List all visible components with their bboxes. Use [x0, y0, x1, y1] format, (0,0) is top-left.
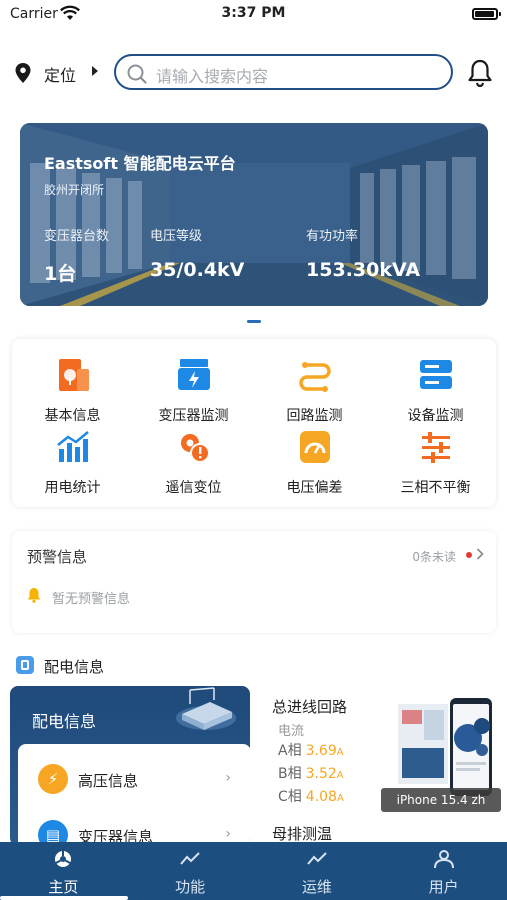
phase-value: 3.52	[305, 766, 337, 782]
high-voltage-icon: ⚡	[38, 764, 68, 794]
caret-right-icon[interactable]	[92, 66, 98, 76]
home-indicator	[0, 896, 128, 900]
chevron-right-icon[interactable]	[476, 548, 484, 560]
phase-value: 4.08	[305, 789, 337, 805]
phase-b-reading: B相 3.52A	[278, 763, 344, 783]
feature-label: 用电统计	[44, 480, 101, 496]
feature-label: 设备监测	[407, 408, 464, 424]
search-icon	[127, 64, 147, 84]
tab-home[interactable]: 主页	[0, 842, 127, 900]
feature-label: 变压器监测	[158, 408, 229, 424]
warning-title: 预警信息	[27, 548, 88, 566]
tab-bar: 主页 功能 运维 用户	[0, 842, 507, 900]
chevron-right-icon: ›	[225, 826, 231, 842]
phone-dashboard-illustration	[398, 698, 492, 796]
bell-icon	[27, 588, 41, 603]
tab-label: 主页	[48, 878, 79, 896]
feature-label: 三相不平衡	[400, 480, 471, 496]
phase-unit: A	[336, 793, 344, 804]
alert-gear-icon	[180, 434, 210, 463]
battery-icon	[472, 8, 501, 20]
transformer-icon	[177, 359, 210, 390]
section-title: 配电信息	[44, 658, 105, 676]
sliders-icon	[421, 432, 450, 463]
feature-circuit-monitor[interactable]: 回路监测	[254, 357, 375, 425]
feature-label: 电压偏差	[286, 480, 343, 496]
phase-unit: A	[336, 770, 344, 781]
distribution-card[interactable]: 配电信息 ⚡ 高压信息 › ▤ 变压器信息 ›	[10, 686, 250, 846]
feature-three-phase-imbalance[interactable]: 三相不平衡	[375, 429, 496, 497]
carousel-indicator	[247, 320, 261, 323]
battery-fill	[475, 11, 494, 17]
tab-label: 运维	[301, 878, 332, 896]
feature-label: 基本信息	[44, 408, 101, 424]
incoming-line-card[interactable]: 总进线回路 电流 A相 3.69A B相 3.52A C相 4.08A 母排测温	[260, 686, 498, 846]
feature-label: 回路监测	[286, 408, 343, 424]
tab-label: 功能	[175, 878, 206, 896]
bar-chart-icon	[56, 431, 89, 462]
distribution-illustration	[176, 687, 236, 730]
search-placeholder: 请输入搜索内容	[156, 67, 269, 86]
building-icon	[58, 359, 89, 391]
station-banner[interactable]: Eastsoft 智能配电云平台 胶州开闭所 变压器台数 电压等级 有功功率 1…	[20, 123, 488, 306]
feature-basic-info[interactable]: 基本信息	[12, 357, 133, 425]
chevron-right-icon: ›	[225, 770, 231, 786]
current-label: 电流	[278, 724, 305, 739]
phase-name: B相	[278, 766, 302, 782]
gauge-icon	[299, 431, 330, 463]
incoming-line-title: 总进线回路	[272, 698, 348, 716]
search-input[interactable]: 请输入搜索内容	[114, 54, 453, 90]
warning-card[interactable]: 预警信息 0条未读 暂无预警信息	[12, 531, 496, 633]
circuit-icon	[298, 362, 331, 392]
distribution-card-title: 配电信息	[32, 712, 97, 731]
phase-value: 3.69	[305, 743, 337, 759]
feature-device-monitor[interactable]: 设备监测	[375, 357, 496, 425]
feature-usage-stats[interactable]: 用电统计	[12, 429, 133, 497]
feature-transformer-monitor[interactable]: 变压器监测	[133, 357, 254, 425]
feature-label: 遥信变位	[165, 480, 222, 496]
list-item-transformer[interactable]: ▤ 变压器信息 ›	[18, 812, 250, 846]
distribution-icon	[16, 656, 34, 674]
empty-warning-text: 暂无预警信息	[52, 592, 131, 607]
distribution-list: ⚡ 高压信息 › ▤ 变压器信息 ›	[18, 744, 250, 846]
server-icon	[419, 360, 452, 389]
stat-label-voltage: 电压等级	[150, 229, 203, 244]
tab-label: 用户	[428, 878, 459, 896]
phase-name: A相	[278, 743, 302, 759]
phase-c-reading: C相 4.08A	[278, 786, 344, 806]
stat-value-power: 153.30kVA	[306, 259, 421, 281]
clock: 3:37 PM	[221, 5, 286, 21]
location-pin-icon[interactable]	[14, 62, 32, 84]
tab-functions[interactable]: 功能	[127, 842, 254, 900]
function-icon	[180, 852, 200, 865]
busbar-temperature-title: 母排测温	[272, 825, 333, 843]
stat-label-transformers: 变压器台数	[44, 229, 110, 244]
phase-unit: A	[336, 747, 344, 758]
station-name: 胶州开闭所	[44, 183, 105, 197]
notification-bell-icon[interactable]	[466, 58, 494, 88]
location-label[interactable]: 定位	[44, 62, 76, 86]
unread-count: 0条未读	[412, 550, 456, 564]
feature-grid: 基本信息 变压器监测 回路监测 设备监测 用电统计 遥信变位 电压偏差 三相不平…	[12, 339, 496, 507]
banner-title: Eastsoft 智能配电云平台	[44, 154, 236, 173]
list-item-high-voltage[interactable]: ⚡ 高压信息 ›	[18, 756, 250, 804]
tab-maintenance[interactable]: 运维	[254, 842, 381, 900]
stat-value-voltage: 35/0.4kV	[150, 259, 245, 281]
stat-label-power: 有功功率	[306, 229, 359, 244]
feature-remote-signal[interactable]: 遥信变位	[133, 429, 254, 497]
feature-voltage-deviation[interactable]: 电压偏差	[254, 429, 375, 497]
tab-user[interactable]: 用户	[380, 842, 507, 900]
phase-name: C相	[278, 789, 302, 805]
unread-dot	[466, 552, 472, 558]
home-icon	[55, 851, 72, 867]
user-icon	[433, 850, 454, 869]
status-bar: Carrier 3:37 PM	[0, 0, 507, 28]
list-item-label: 高压信息	[78, 772, 139, 790]
phase-a-reading: A相 3.69A	[278, 740, 344, 760]
maintenance-icon	[307, 852, 327, 865]
stat-value-transformers: 1台	[44, 263, 77, 285]
simulator-badge: iPhone 15.4 zh 1.0.1	[381, 788, 501, 831]
